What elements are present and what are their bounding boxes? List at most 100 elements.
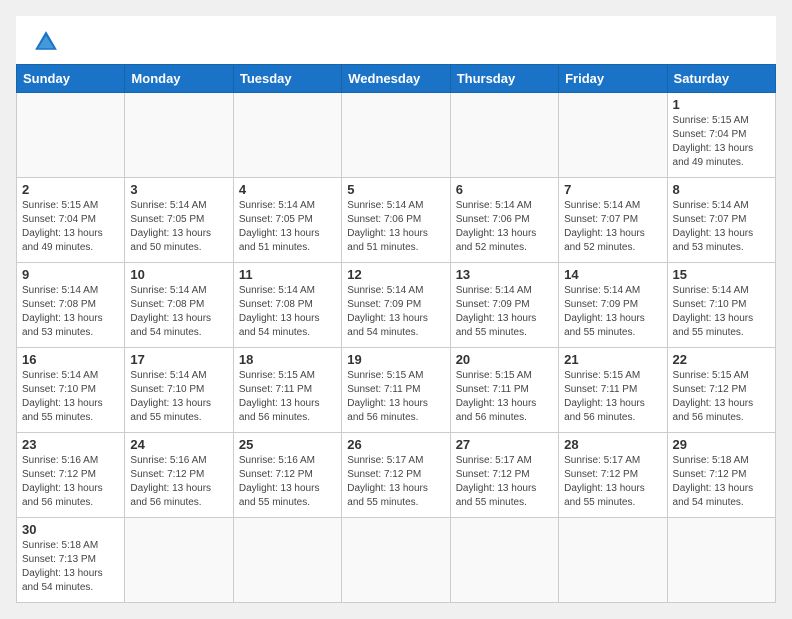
weekday-friday: Friday bbox=[559, 65, 667, 93]
week-row-4: 16 Sunrise: 5:14 AM Sunset: 7:10 PM Dayli… bbox=[17, 348, 776, 433]
day-info: Sunrise: 5:18 AM Sunset: 7:13 PM Dayligh… bbox=[22, 539, 119, 595]
logo bbox=[32, 28, 64, 56]
day-cell: 25Sunrise: 5:16 AM Sunset: 7:12 PM Dayli… bbox=[233, 433, 341, 518]
day-info: Sunrise: 5:14 AM Sunset: 7:07 PM Dayligh… bbox=[673, 199, 770, 255]
day-cell bbox=[233, 518, 341, 603]
day-cell bbox=[233, 93, 341, 178]
day-cell: 24Sunrise: 5:16 AM Sunset: 7:12 PM Dayli… bbox=[125, 433, 233, 518]
week-row-1: 1 Sunrise: 5:15 AM Sunset: 7:04 PM Daylig… bbox=[17, 93, 776, 178]
day-number: 11 bbox=[239, 267, 336, 282]
day-number: 18 bbox=[239, 352, 336, 367]
day-number: 4 bbox=[239, 182, 336, 197]
day-cell: 7Sunrise: 5:14 AM Sunset: 7:07 PM Daylig… bbox=[559, 178, 667, 263]
day-cell: 23Sunrise: 5:16 AM Sunset: 7:12 PM Dayli… bbox=[17, 433, 125, 518]
day-info: Sunrise: 5:15 AM Sunset: 7:04 PM Dayligh… bbox=[22, 199, 119, 255]
day-number: 13 bbox=[456, 267, 553, 282]
day-cell bbox=[125, 93, 233, 178]
day-cell: 18 Sunrise: 5:15 AM Sunset: 7:11 PM Dayli… bbox=[233, 348, 341, 433]
day-info: Sunrise: 5:14 AM Sunset: 7:09 PM Dayligh… bbox=[456, 284, 553, 340]
day-cell: 6 Sunrise: 5:14 AM Sunset: 7:06 PM Daylig… bbox=[450, 178, 558, 263]
day-cell bbox=[559, 93, 667, 178]
day-cell: 10 Sunrise: 5:14 AM Sunset: 7:08 PM Dayli… bbox=[125, 263, 233, 348]
day-info: Sunrise: 5:14 AM Sunset: 7:08 PM Dayligh… bbox=[130, 284, 227, 340]
day-cell: 15 Sunrise: 5:14 AM Sunset: 7:10 PM Dayli… bbox=[667, 263, 775, 348]
weekday-saturday: Saturday bbox=[667, 65, 775, 93]
day-number: 29 bbox=[673, 437, 770, 452]
day-cell bbox=[17, 93, 125, 178]
calendar-page: SundayMondayTuesdayWednesdayThursdayFrid… bbox=[16, 16, 776, 603]
day-info: Sunrise: 5:14 AM Sunset: 7:10 PM Dayligh… bbox=[130, 369, 227, 425]
day-number: 25 bbox=[239, 437, 336, 452]
day-number: 7 bbox=[564, 182, 661, 197]
day-number: 20 bbox=[456, 352, 553, 367]
day-number: 15 bbox=[673, 267, 770, 282]
day-info: Sunrise: 5:17 AM Sunset: 7:12 PM Dayligh… bbox=[456, 454, 553, 510]
day-cell: 12 Sunrise: 5:14 AM Sunset: 7:09 PM Dayli… bbox=[342, 263, 450, 348]
day-cell: 3 Sunrise: 5:14 AM Sunset: 7:05 PM Daylig… bbox=[125, 178, 233, 263]
day-info: Sunrise: 5:15 AM Sunset: 7:11 PM Dayligh… bbox=[347, 369, 444, 425]
day-number: 22 bbox=[673, 352, 770, 367]
day-info: Sunrise: 5:14 AM Sunset: 7:06 PM Dayligh… bbox=[347, 199, 444, 255]
day-info: Sunrise: 5:14 AM Sunset: 7:06 PM Dayligh… bbox=[456, 199, 553, 255]
day-number: 8 bbox=[673, 182, 770, 197]
day-number: 17 bbox=[130, 352, 227, 367]
weekday-tuesday: Tuesday bbox=[233, 65, 341, 93]
day-cell: 29 Sunrise: 5:18 AM Sunset: 7:12 PM Dayli… bbox=[667, 433, 775, 518]
day-number: 16 bbox=[22, 352, 119, 367]
weekday-sunday: Sunday bbox=[17, 65, 125, 93]
calendar-table: SundayMondayTuesdayWednesdayThursdayFrid… bbox=[16, 64, 776, 603]
day-cell bbox=[342, 93, 450, 178]
day-number: 1 bbox=[673, 97, 770, 112]
day-number: 23 bbox=[22, 437, 119, 452]
day-info: Sunrise: 5:14 AM Sunset: 7:08 PM Dayligh… bbox=[239, 284, 336, 340]
day-number: 10 bbox=[130, 267, 227, 282]
day-info: Sunrise: 5:14 AM Sunset: 7:05 PM Dayligh… bbox=[130, 199, 227, 255]
day-number: 12 bbox=[347, 267, 444, 282]
day-info: Sunrise: 5:14 AM Sunset: 7:09 PM Dayligh… bbox=[564, 284, 661, 340]
day-cell: 17 Sunrise: 5:14 AM Sunset: 7:10 PM Dayli… bbox=[125, 348, 233, 433]
week-row-2: 2 Sunrise: 5:15 AM Sunset: 7:04 PM Daylig… bbox=[17, 178, 776, 263]
day-info: Sunrise: 5:15 AM Sunset: 7:12 PM Dayligh… bbox=[673, 369, 770, 425]
day-cell: 8 Sunrise: 5:14 AM Sunset: 7:07 PM Daylig… bbox=[667, 178, 775, 263]
day-number: 19 bbox=[347, 352, 444, 367]
day-number: 30 bbox=[22, 522, 119, 537]
day-info: Sunrise: 5:15 AM Sunset: 7:04 PM Dayligh… bbox=[673, 114, 770, 170]
day-cell bbox=[559, 518, 667, 603]
day-number: 2 bbox=[22, 182, 119, 197]
weekday-thursday: Thursday bbox=[450, 65, 558, 93]
weekday-header-row: SundayMondayTuesdayWednesdayThursdayFrid… bbox=[17, 65, 776, 93]
day-info: Sunrise: 5:17 AM Sunset: 7:12 PM Dayligh… bbox=[347, 454, 444, 510]
day-info: Sunrise: 5:15 AM Sunset: 7:11 PM Dayligh… bbox=[239, 369, 336, 425]
day-number: 6 bbox=[456, 182, 553, 197]
day-number: 28 bbox=[564, 437, 661, 452]
day-info: Sunrise: 5:17 AM Sunset: 7:12 PM Dayligh… bbox=[564, 454, 661, 510]
day-number: 24 bbox=[130, 437, 227, 452]
day-number: 14 bbox=[564, 267, 661, 282]
day-cell: 16 Sunrise: 5:14 AM Sunset: 7:10 PM Dayli… bbox=[17, 348, 125, 433]
day-number: 27 bbox=[456, 437, 553, 452]
day-cell: 20Sunrise: 5:15 AM Sunset: 7:11 PM Dayli… bbox=[450, 348, 558, 433]
day-info: Sunrise: 5:14 AM Sunset: 7:10 PM Dayligh… bbox=[673, 284, 770, 340]
header bbox=[16, 16, 776, 64]
day-cell: 11 Sunrise: 5:14 AM Sunset: 7:08 PM Dayli… bbox=[233, 263, 341, 348]
day-cell: 26 Sunrise: 5:17 AM Sunset: 7:12 PM Dayli… bbox=[342, 433, 450, 518]
day-info: Sunrise: 5:14 AM Sunset: 7:05 PM Dayligh… bbox=[239, 199, 336, 255]
day-cell: 28 Sunrise: 5:17 AM Sunset: 7:12 PM Dayli… bbox=[559, 433, 667, 518]
day-info: Sunrise: 5:18 AM Sunset: 7:12 PM Dayligh… bbox=[673, 454, 770, 510]
day-info: Sunrise: 5:14 AM Sunset: 7:10 PM Dayligh… bbox=[22, 369, 119, 425]
day-number: 5 bbox=[347, 182, 444, 197]
weekday-monday: Monday bbox=[125, 65, 233, 93]
day-cell: 13 Sunrise: 5:14 AM Sunset: 7:09 PM Dayli… bbox=[450, 263, 558, 348]
day-cell: 30 Sunrise: 5:18 AM Sunset: 7:13 PM Dayli… bbox=[17, 518, 125, 603]
day-number: 26 bbox=[347, 437, 444, 452]
day-info: Sunrise: 5:14 AM Sunset: 7:09 PM Dayligh… bbox=[347, 284, 444, 340]
day-number: 21 bbox=[564, 352, 661, 367]
day-cell bbox=[450, 93, 558, 178]
day-cell: 2 Sunrise: 5:15 AM Sunset: 7:04 PM Daylig… bbox=[17, 178, 125, 263]
day-cell: 9Sunrise: 5:14 AM Sunset: 7:08 PM Daylig… bbox=[17, 263, 125, 348]
day-cell: 1 Sunrise: 5:15 AM Sunset: 7:04 PM Daylig… bbox=[667, 93, 775, 178]
week-row-5: 23Sunrise: 5:16 AM Sunset: 7:12 PM Dayli… bbox=[17, 433, 776, 518]
day-number: 3 bbox=[130, 182, 227, 197]
day-info: Sunrise: 5:15 AM Sunset: 7:11 PM Dayligh… bbox=[564, 369, 661, 425]
weekday-wednesday: Wednesday bbox=[342, 65, 450, 93]
